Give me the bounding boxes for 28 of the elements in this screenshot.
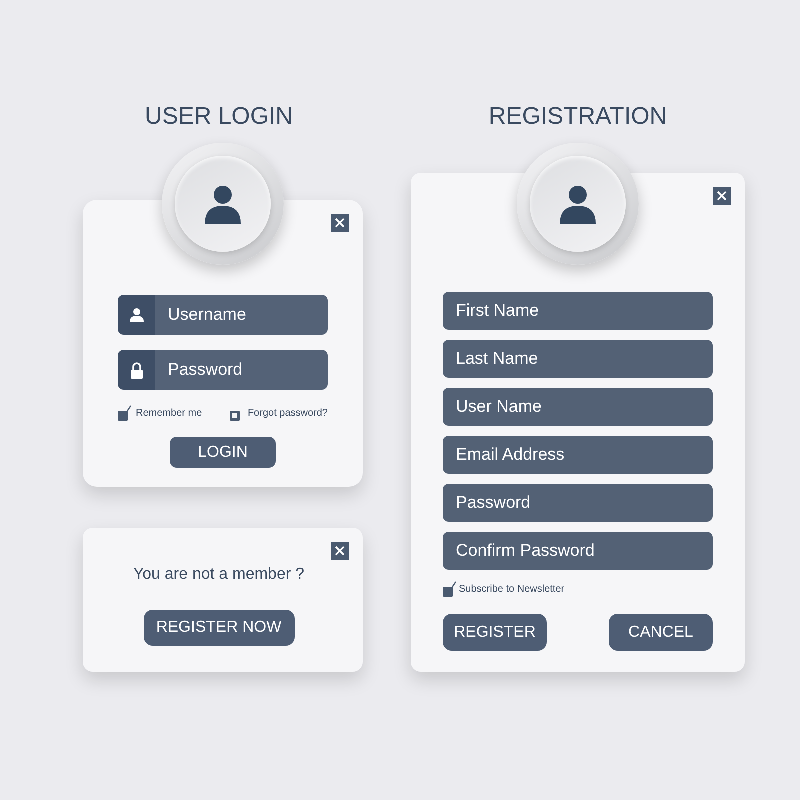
- user-icon: [128, 307, 144, 323]
- member-prompt: You are not a member ?: [133, 565, 305, 585]
- close-button[interactable]: [713, 187, 731, 205]
- register-button[interactable]: REGISTER: [443, 614, 547, 651]
- input-field[interactable]: First Name: [443, 292, 713, 330]
- input-field[interactable]: Confirm Password: [443, 532, 713, 570]
- input-field[interactable]: Email Address: [443, 436, 713, 474]
- close-icon: [334, 217, 346, 229]
- register-now-button[interactable]: REGISTER NOW: [144, 610, 294, 646]
- close-icon: [334, 545, 346, 557]
- close-button[interactable]: [331, 542, 349, 560]
- login-title: USER LOGIN: [144, 102, 294, 132]
- close-button[interactable]: [331, 214, 349, 232]
- input-field[interactable]: Last Name: [443, 340, 713, 378]
- login-button[interactable]: LOGIN: [170, 437, 276, 468]
- input-field[interactable]: Password: [443, 484, 713, 522]
- registration-title: REGISTRATION: [488, 102, 668, 132]
- input-field[interactable]: Username: [155, 295, 328, 335]
- input-field[interactable]: User Name: [443, 388, 713, 426]
- option-label: Remember me: [136, 407, 202, 421]
- newsletter-label: Subscribe to Newsletter: [459, 583, 565, 597]
- checkbox[interactable]: [443, 581, 457, 597]
- option-label: Forgot password?: [248, 407, 328, 421]
- close-icon: [716, 190, 728, 202]
- lock-icon: [130, 362, 144, 378]
- cancel-button[interactable]: CANCEL: [609, 614, 713, 651]
- checkbox[interactable]: [118, 405, 132, 421]
- input-field[interactable]: Password: [155, 350, 328, 390]
